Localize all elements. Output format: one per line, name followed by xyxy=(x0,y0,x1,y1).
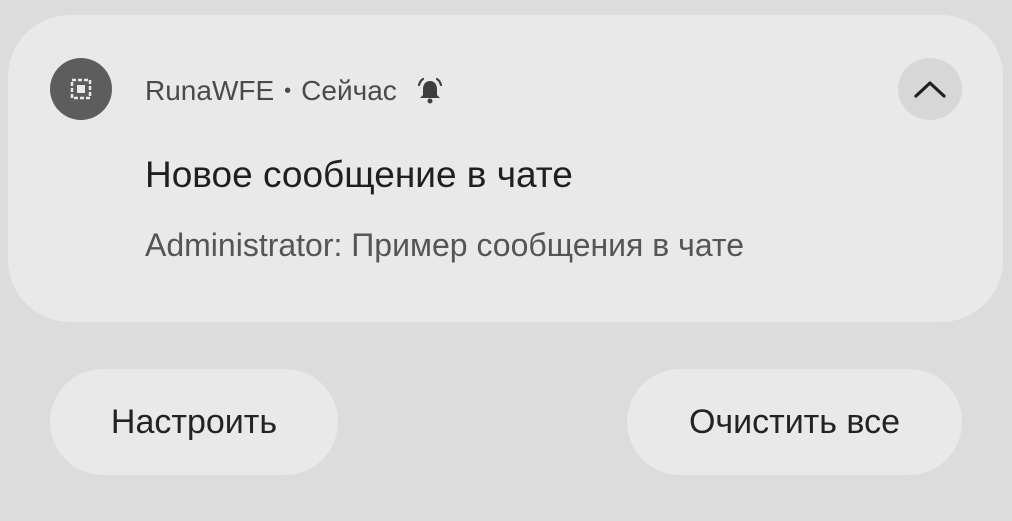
notification-header: RunaWFE • Сейчас xyxy=(145,72,445,110)
notification-title: Новое сообщение в чате xyxy=(145,154,573,195)
configure-button[interactable]: Настроить xyxy=(50,369,338,475)
separator-dot: • xyxy=(284,79,292,102)
notification-body: Administrator: Пример сообщения в чате xyxy=(145,227,744,263)
bell-alert-icon xyxy=(415,76,445,106)
app-glyph-icon xyxy=(70,78,92,100)
expand-button[interactable] xyxy=(898,58,962,120)
notification-time: Сейчас xyxy=(301,75,397,106)
app-name: RunaWFE xyxy=(145,75,275,106)
chevron-up-icon xyxy=(914,81,946,98)
app-icon xyxy=(50,58,112,120)
clear-all-button[interactable]: Очистить все xyxy=(627,369,962,475)
